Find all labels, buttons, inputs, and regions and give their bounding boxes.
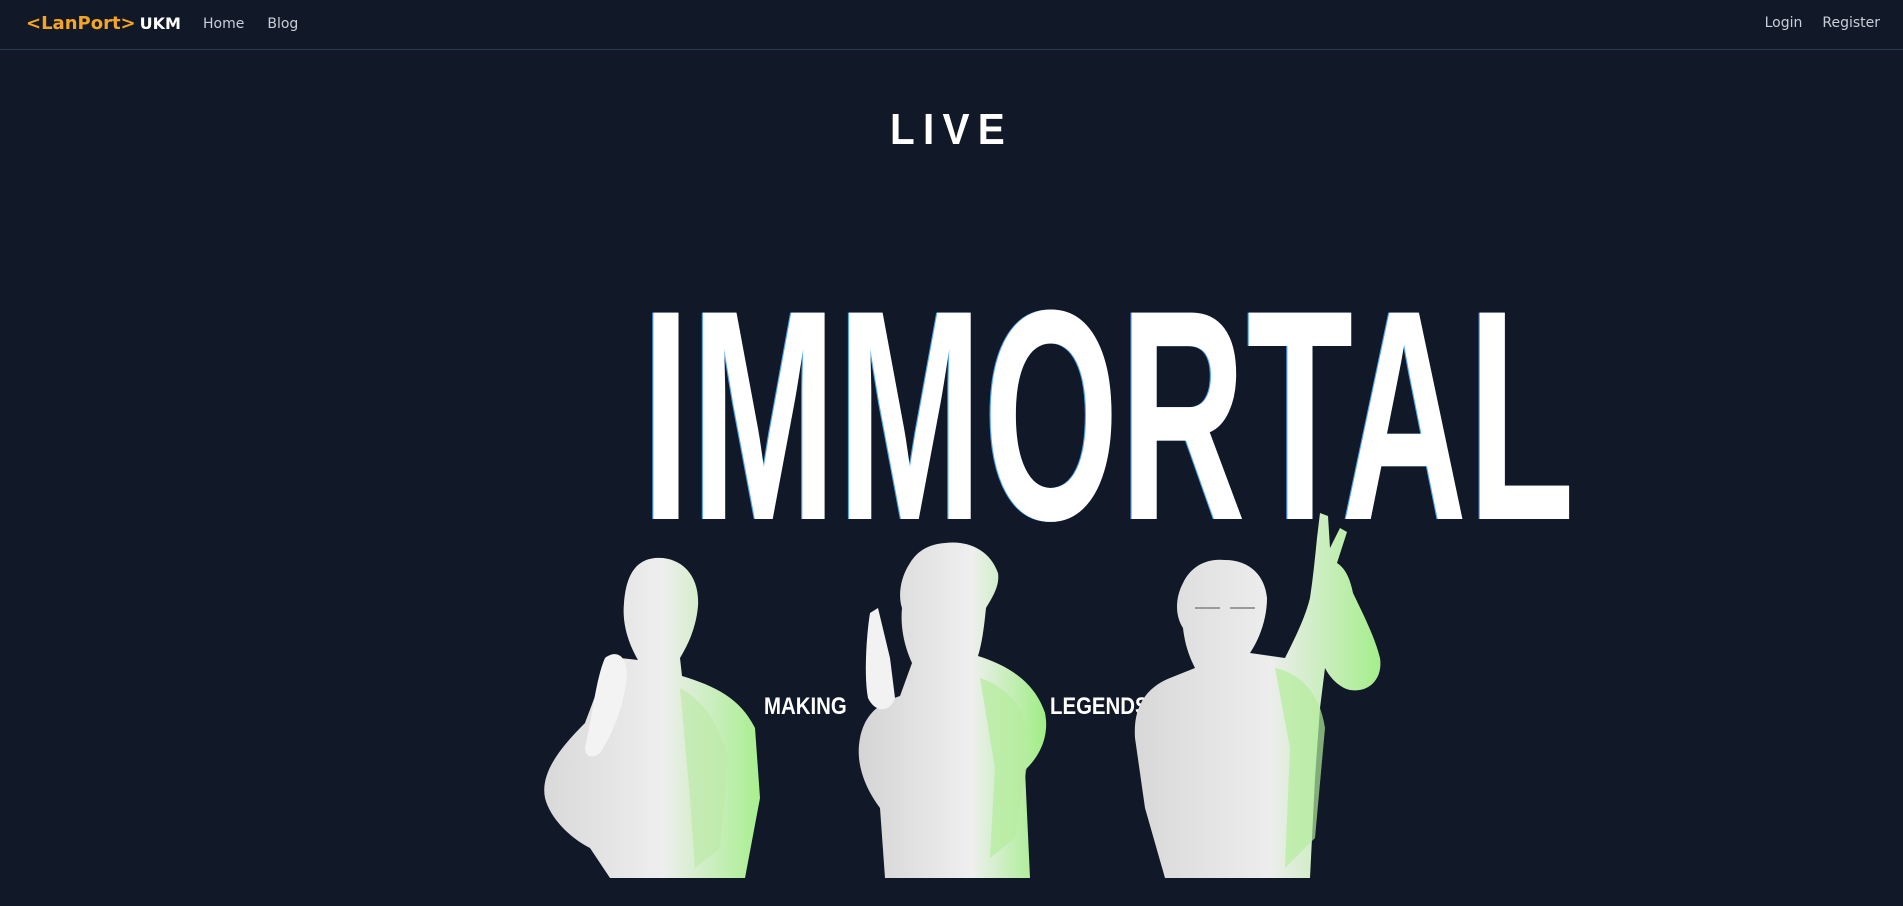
nav-home-link[interactable]: Home: [203, 15, 244, 33]
hero-top-word: LIVE: [889, 105, 1014, 154]
statue-left-image: [544, 557, 760, 878]
top-navbar: <LanPort> UKM Home Blog Login Register: [0, 0, 1903, 50]
logo-lanport: <LanPort>: [26, 13, 136, 34]
site-logo[interactable]: <LanPort> UKM: [26, 13, 181, 35]
nav-blog-link[interactable]: Blog: [267, 15, 298, 33]
auth-nav: Login Register: [1765, 14, 1880, 32]
logo-ukm: UKM: [139, 14, 181, 33]
hero-main-word: IMMORTAL: [641, 247, 1576, 583]
register-link[interactable]: Register: [1822, 14, 1880, 32]
statue-right-image: [1134, 513, 1381, 878]
main-nav: Home Blog: [203, 15, 298, 33]
login-link[interactable]: Login: [1765, 14, 1803, 32]
statue-middle-image: [858, 542, 1047, 878]
